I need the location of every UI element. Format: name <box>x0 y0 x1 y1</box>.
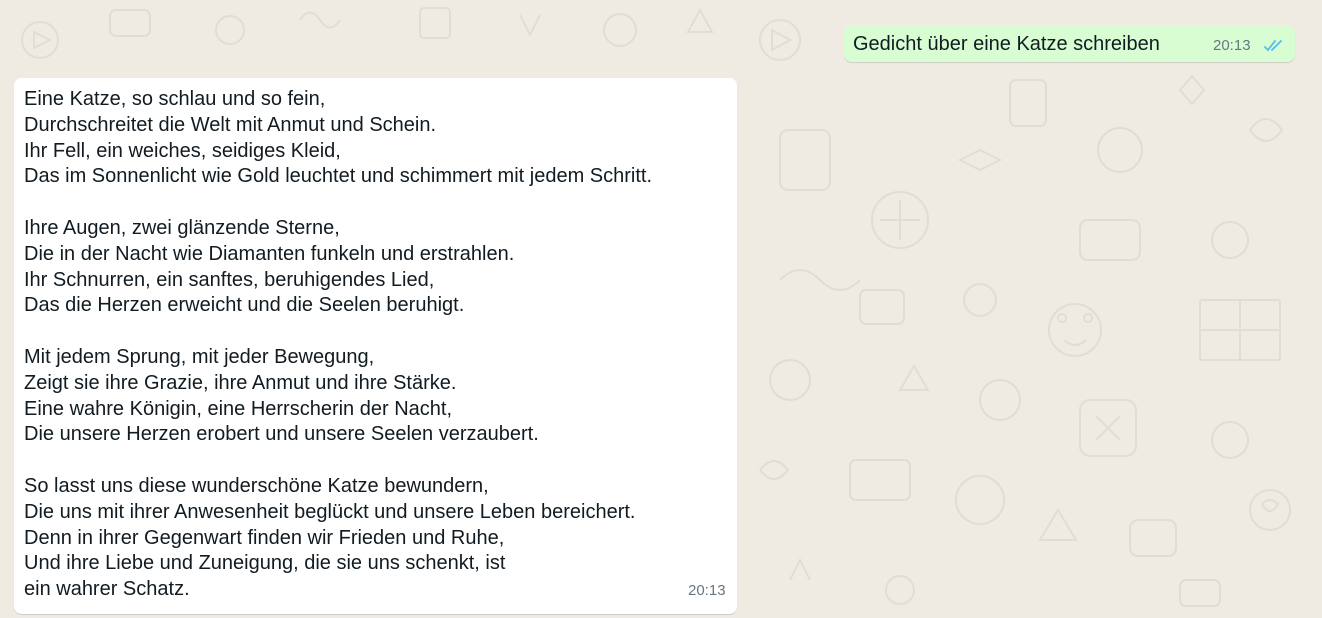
incoming-message-bubble[interactable]: Eine Katze, so schlau und so fein, Durch… <box>14 78 737 614</box>
double-check-read-icon <box>1264 40 1282 52</box>
poem-line: Eine wahre Königin, eine Herrscherin der… <box>24 397 452 420</box>
poem-line: Zeigt sie ihre Grazie, ihre Anmut und ih… <box>24 371 457 394</box>
poem-line: Eine Katze, so schlau und so fein, <box>24 88 326 110</box>
incoming-message-time: 20:13 <box>688 582 726 599</box>
poem-stanza: Eine Katze, so schlau und so fein, Durch… <box>24 87 652 190</box>
poem-line: ein wahrer Schatz. <box>24 578 190 601</box>
outgoing-message-bubble[interactable]: Gedicht über eine Katze schreiben 20:13 <box>844 25 1295 62</box>
poem-line: Durchschreitet die Welt mit Anmut und Sc… <box>24 113 437 136</box>
outgoing-message-time: 20:13 <box>1213 37 1251 54</box>
poem-line: So lasst uns diese wunderschöne Katze be… <box>24 474 489 497</box>
poem-line: Denn in ihrer Gegenwart finden wir Fried… <box>24 526 505 549</box>
poem-line: Die in der Nacht wie Diamanten funkeln u… <box>24 242 515 265</box>
poem-stanza: Mit jedem Sprung, mit jeder Bewegung, Ze… <box>24 345 652 448</box>
poem-stanza: So lasst uns diese wunderschöne Katze be… <box>24 474 652 603</box>
outgoing-message-text: Gedicht über eine Katze schreiben <box>853 33 1160 55</box>
poem-line: Mit jedem Sprung, mit jeder Bewegung, <box>24 345 375 368</box>
poem-line: Ihr Schnurren, ein sanftes, beruhigendes… <box>24 268 435 291</box>
poem-line: Die unsere Herzen erobert und unsere See… <box>24 423 539 446</box>
poem-line: Das im Sonnenlicht wie Gold leuchtet und… <box>24 165 653 188</box>
poem-line: Ihre Augen, zwei glänzende Sterne, <box>24 216 340 239</box>
poem-line: Die uns mit ihrer Anwesenheit beglückt u… <box>24 500 636 523</box>
poem-line: Ihr Fell, ein weiches, seidiges Kleid, <box>24 139 341 162</box>
poem-line: Und ihre Liebe und Zuneigung, die sie un… <box>24 552 506 575</box>
poem-stanza: Ihre Augen, zwei glänzende Sterne, Die i… <box>24 216 652 319</box>
poem-text: Eine Katze, so schlau und so fein, Durch… <box>24 87 652 603</box>
poem-line: Das die Herzen erweicht und die Seelen b… <box>24 294 465 317</box>
